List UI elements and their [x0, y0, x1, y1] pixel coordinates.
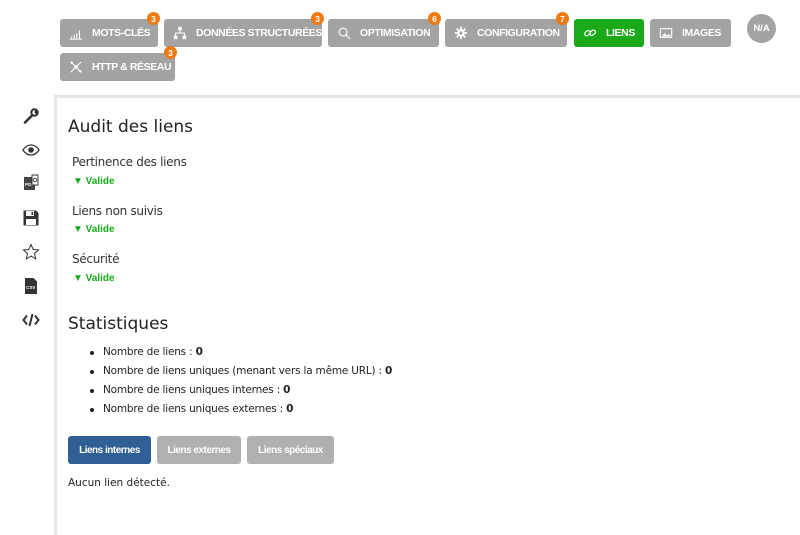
pdf-icon[interactable]: PDF	[22, 174, 40, 192]
wrench-icon[interactable]	[22, 106, 40, 124]
tab-label: CONFIGURATION	[477, 27, 560, 39]
list-item: Nombre de liens : 0	[88, 343, 392, 362]
eye-icon[interactable]	[22, 141, 40, 159]
tab-http-reseau[interactable]: HTTP & RÉSEAU 3	[60, 46, 177, 81]
tab-label: LIENS	[606, 27, 635, 39]
internal-links-button[interactable]: Liens internes	[68, 436, 151, 464]
status-valid[interactable]: ▼ Valide	[73, 176, 115, 187]
special-links-button[interactable]: Liens spéciaux	[247, 436, 334, 464]
stats-list: Nombre de liens : 0 Nombre de liens uniq…	[88, 343, 392, 419]
check-label-non-suivis: Liens non suivis	[72, 204, 163, 218]
tab-label: DONNÉES STRUCTURÉES	[196, 27, 322, 39]
tab-badge: 3	[147, 12, 160, 25]
tab-badge: 3	[164, 46, 177, 59]
star-icon[interactable]	[22, 243, 40, 261]
tab-label: HTTP & RÉSEAU	[92, 61, 172, 73]
avatar[interactable]: N/A	[747, 14, 776, 43]
list-item: Nombre de liens uniques externes : 0	[88, 400, 392, 419]
audit-title: Audit des liens	[68, 117, 194, 137]
stats-title: Statistiques	[68, 314, 169, 334]
list-item: Nombre de liens uniques (menant vers la …	[88, 362, 392, 381]
csv-icon[interactable]: CSV	[22, 277, 40, 295]
tab-mots-cles[interactable]: MOTS-CLÉS 3	[60, 12, 160, 47]
external-links-button[interactable]: Liens externes	[157, 436, 241, 464]
empty-message: Aucun lien détecté.	[68, 477, 170, 489]
image-icon	[658, 25, 674, 41]
tab-label: IMAGES	[682, 27, 722, 39]
search-icon	[336, 25, 352, 41]
svg-text:CSV: CSV	[26, 285, 36, 290]
tab-optimisation[interactable]: OPTIMISATION 6	[328, 12, 441, 47]
gear-icon	[453, 25, 469, 41]
check-label-securite: Sécurité	[72, 252, 120, 266]
bar-chart-icon	[68, 25, 84, 41]
status-valid[interactable]: ▼ Valide	[73, 224, 115, 235]
save-icon[interactable]	[22, 209, 40, 227]
sitemap-icon	[172, 25, 188, 41]
status-valid[interactable]: ▼ Valide	[73, 273, 115, 284]
tab-images[interactable]: IMAGES	[650, 19, 731, 47]
code-icon[interactable]	[22, 311, 40, 329]
network-icon	[68, 59, 84, 75]
tab-configuration[interactable]: CONFIGURATION 7	[445, 12, 569, 47]
tab-badge: 7	[556, 12, 569, 25]
tab-label: OPTIMISATION	[360, 27, 431, 39]
link-icon	[582, 25, 598, 41]
check-label-pertinence: Pertinence des liens	[72, 155, 187, 169]
tab-badge: 6	[428, 12, 441, 25]
tab-liens[interactable]: LIENS	[574, 19, 644, 47]
list-item: Nombre de liens uniques internes : 0	[88, 381, 392, 400]
tab-label: MOTS-CLÉS	[92, 27, 151, 39]
tab-donnees-structurees[interactable]: DONNÉES STRUCTURÉES 3	[164, 12, 324, 47]
tab-badge: 3	[311, 12, 324, 25]
